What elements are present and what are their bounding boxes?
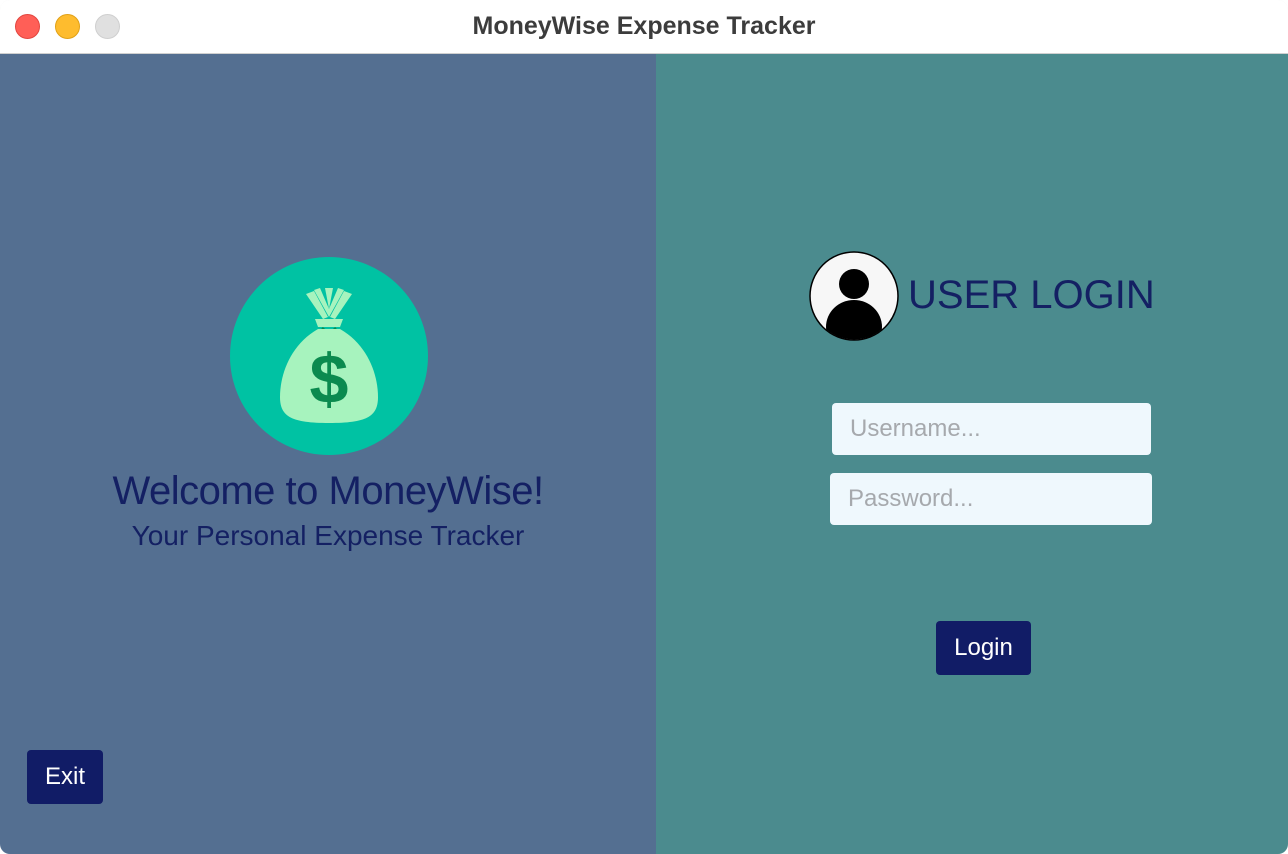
window-title: MoneyWise Expense Tracker [472, 12, 816, 40]
money-bag-icon: $ [230, 257, 428, 455]
username-input[interactable] [832, 403, 1151, 455]
user-avatar-icon [809, 251, 899, 341]
tagline-text: Your Personal Expense Tracker [131, 520, 525, 551]
svg-text:$: $ [310, 340, 349, 418]
password-input[interactable] [830, 473, 1152, 525]
welcome-panel: $ Welcome to MoneyWise! Your Personal Ex… [0, 54, 656, 854]
app-window: MoneyWise Expense Tracker $ Welcome to M… [0, 0, 1288, 854]
exit-button[interactable]: Exit [27, 750, 103, 804]
login-button[interactable]: Login [936, 621, 1031, 675]
title-bar: MoneyWise Expense Tracker [0, 0, 1288, 54]
login-heading: USER LOGIN [908, 273, 1155, 317]
welcome-heading: Welcome to MoneyWise! [112, 469, 544, 513]
login-panel: USER LOGIN Login [656, 54, 1288, 854]
